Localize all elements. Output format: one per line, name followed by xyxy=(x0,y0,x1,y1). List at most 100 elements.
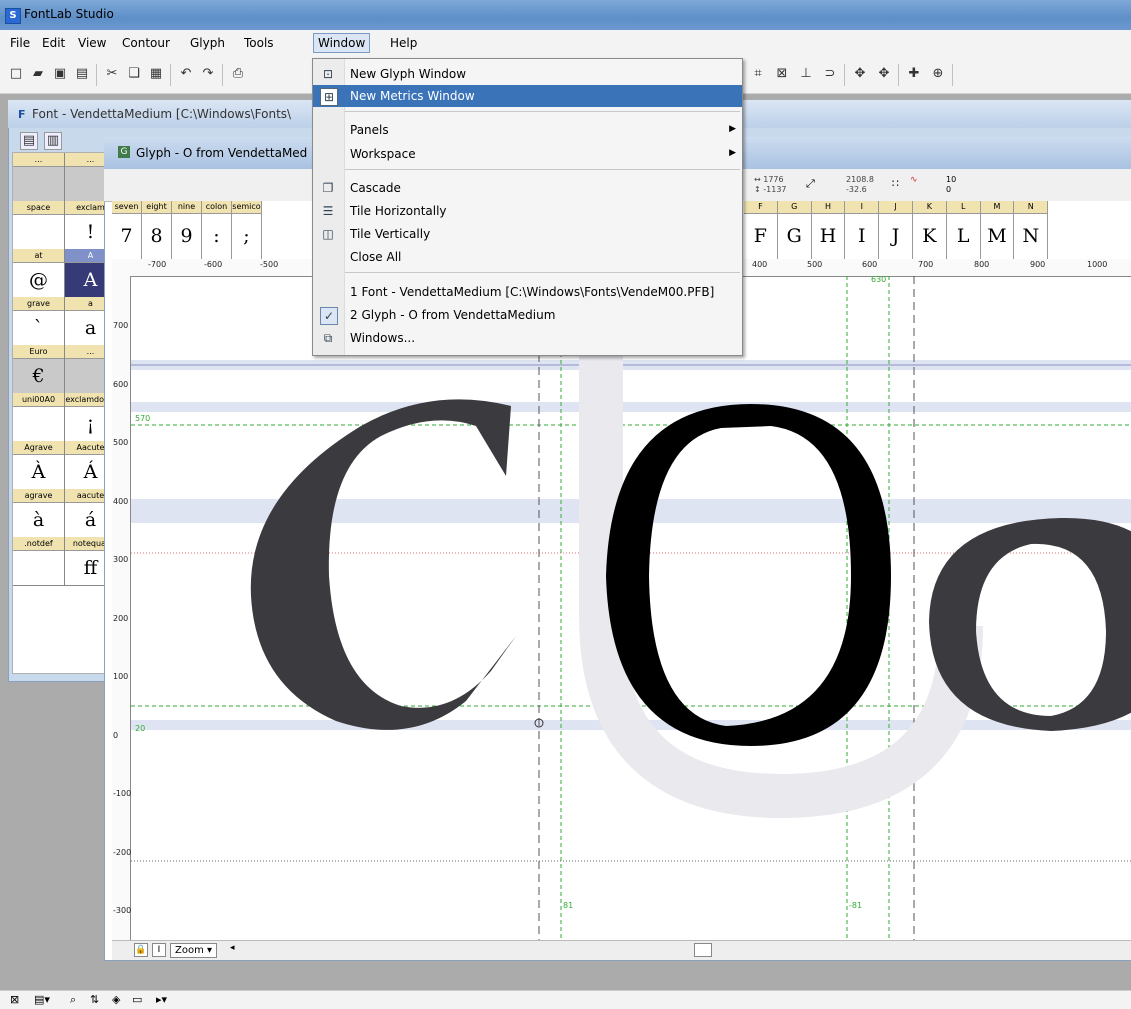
undo-icon[interactable]: ↶ xyxy=(178,66,194,82)
strip-cell[interactable]: KK xyxy=(913,201,947,259)
strip-cell[interactable]: semico; xyxy=(232,201,262,259)
zoom-dropdown[interactable]: Zoom ▾ xyxy=(170,943,218,958)
font-grid-cell[interactable]: uni00A0 xyxy=(13,393,65,442)
strip-cell[interactable]: MM xyxy=(980,201,1015,259)
menu-item-new-glyph-window[interactable]: ⊡ New Glyph Window xyxy=(313,63,742,85)
vertical-ruler: 700 600 500 400 300 200 100 0 -100 -200 -300 xyxy=(112,276,131,940)
strip-cell[interactable]: NN xyxy=(1014,201,1049,259)
menu-item-workspace[interactable]: Workspace ▶ xyxy=(313,143,742,165)
font-grid-cell[interactable]: Euro € xyxy=(13,345,65,394)
strip-cell[interactable]: LL xyxy=(946,201,981,259)
strip-cell[interactable]: GG xyxy=(777,201,812,259)
font-view-mode-icon[interactable]: ▤ xyxy=(20,132,38,150)
close-panel-icon[interactable]: ⊠ xyxy=(10,993,19,1006)
menu-item-window-2[interactable]: ✓ 2 Glyph - O from VendettaMedium xyxy=(313,304,742,326)
menu-glyph[interactable]: Glyph xyxy=(190,36,225,50)
menu-help[interactable]: Help xyxy=(390,36,417,50)
measure-icon[interactable]: I xyxy=(152,943,166,957)
node-tool-2-icon[interactable]: ⊠ xyxy=(774,66,790,82)
crosshair-small-icon[interactable]: ⊕ xyxy=(930,66,946,82)
layers-icon[interactable]: ◈ xyxy=(112,993,120,1006)
menu-edit[interactable]: Edit xyxy=(42,36,65,50)
font-grid-cell[interactable]: Agrave À xyxy=(13,441,65,490)
find-icon[interactable]: ⌕ xyxy=(70,993,76,1007)
open-folder-icon[interactable]: ▰ xyxy=(30,66,46,82)
copy-icon[interactable]: ❏ xyxy=(126,66,142,82)
strip-cell[interactable]: seven 7 xyxy=(112,201,142,259)
font-grid-cell[interactable]: .notdef xyxy=(13,537,65,586)
menu-item-tile-horizontally[interactable]: ☰ Tile Horizontally xyxy=(313,200,742,222)
new-file-icon[interactable]: □ xyxy=(8,66,24,82)
guide-label-81: 81 xyxy=(563,901,573,910)
hruler-label: 700 xyxy=(918,260,934,269)
glyph-name-label: at xyxy=(13,249,64,263)
glyph-canvas-svg: 570 20 630 81 -81 xyxy=(131,276,1131,940)
glyph-c-shape xyxy=(250,399,516,730)
sort-icon[interactable]: ⇅ xyxy=(90,993,99,1006)
glyph-tools-icon[interactable]: ▤▾ xyxy=(34,993,50,1006)
glyph-canvas[interactable]: 570 20 630 81 -81 xyxy=(131,276,1131,940)
strip-glyph-preview: J xyxy=(891,225,900,247)
node-tool-4-icon[interactable]: ⊃ xyxy=(822,66,838,82)
redo-icon[interactable]: ↷ xyxy=(200,66,216,82)
strip-cell[interactable]: II xyxy=(845,201,880,259)
transform-2-icon[interactable]: ✥ xyxy=(876,66,892,82)
metrics-window-icon: ⊞ xyxy=(320,88,338,106)
menu-item-windows[interactable]: ⧉ Windows... xyxy=(313,327,742,349)
strip-cell[interactable]: eight 8 xyxy=(142,201,172,259)
vruler-label: -300 xyxy=(113,906,132,915)
menu-tools[interactable]: Tools xyxy=(244,36,274,50)
angle-readout: -32.6 xyxy=(846,185,867,194)
save-icon[interactable]: ▣ xyxy=(52,66,68,82)
glyph-small-o-shape xyxy=(929,517,1131,731)
scroll-left-arrow[interactable]: ◂ xyxy=(230,943,235,953)
font-sample-icon[interactable]: ▥ xyxy=(44,132,62,150)
cut-icon[interactable]: ✂ xyxy=(104,66,120,82)
paste-icon[interactable]: ▦ xyxy=(148,66,164,82)
font-grid-cell[interactable]: space xyxy=(13,201,65,250)
menu-item-window-1[interactable]: 1 Font - VendettaMedium [C:\Windows\Font… xyxy=(313,281,742,303)
font-grid-cell[interactable]: grave ` xyxy=(13,297,65,346)
font-grid-cell[interactable]: at @ xyxy=(13,249,65,298)
strip-cell[interactable]: nine 9 xyxy=(172,201,202,259)
menu-file[interactable]: File xyxy=(10,36,30,50)
strip-glyph-preview: L xyxy=(956,225,970,247)
menu-window[interactable]: Window xyxy=(313,33,371,53)
glyph-name-label: space xyxy=(13,201,64,215)
macro-icon[interactable]: ▸▾ xyxy=(156,993,167,1006)
menu-item-tile-vertically[interactable]: ◫ Tile Vertically xyxy=(313,223,742,245)
strip-glyph-preview: F xyxy=(753,225,767,247)
strip-glyph-preview: K xyxy=(922,225,937,247)
menu-item-panels[interactable]: Panels ▶ xyxy=(313,119,742,141)
menu-item-close-all[interactable]: Close All xyxy=(313,246,742,268)
horizontal-scroll-thumb[interactable] xyxy=(694,943,712,957)
strip-glyph-label: L xyxy=(946,201,980,214)
font-grid-cell[interactable]: ... xyxy=(13,153,65,202)
transform-1-icon[interactable]: ✥ xyxy=(852,66,868,82)
menu-item-new-metrics-window[interactable]: ⊞ New Metrics Window xyxy=(313,85,742,107)
count-zero-readout: 0 xyxy=(946,185,952,194)
menu-view[interactable]: View xyxy=(78,36,106,50)
print-icon[interactable]: ⎙ xyxy=(230,66,246,82)
submenu-arrow-icon: ▶ xyxy=(729,124,736,134)
strip-cell[interactable]: FF xyxy=(744,201,778,259)
node-tool-1-icon[interactable]: ⌗ xyxy=(750,66,766,82)
crosshair-icon[interactable]: ✚ xyxy=(906,66,922,82)
menu-contour[interactable]: Contour xyxy=(122,36,170,50)
strip-cell[interactable]: JJ xyxy=(879,201,913,259)
glyph-window-title: Glyph - O from VendettaMed xyxy=(136,146,308,160)
strip-glyph-label: nine xyxy=(172,201,201,214)
lock-icon[interactable]: 🔒 xyxy=(134,943,148,957)
node-tool-3-icon[interactable]: ⊥ xyxy=(798,66,814,82)
distance-icon: ⤢ xyxy=(806,177,815,190)
glyph-preview xyxy=(13,551,64,585)
font-grid-cell[interactable]: agrave à xyxy=(13,489,65,538)
metrics-icon[interactable]: ▭ xyxy=(132,993,142,1006)
strip-glyph-preview: ; xyxy=(243,225,250,247)
strip-cell[interactable]: colon: xyxy=(202,201,232,259)
strip-glyph-label: I xyxy=(845,201,879,214)
menu-item-cascade[interactable]: ❐ Cascade xyxy=(313,177,742,199)
save-all-icon[interactable]: ▤ xyxy=(74,66,90,82)
strip-cell[interactable]: HH xyxy=(811,201,846,259)
app-title: FontLab Studio xyxy=(24,7,114,21)
